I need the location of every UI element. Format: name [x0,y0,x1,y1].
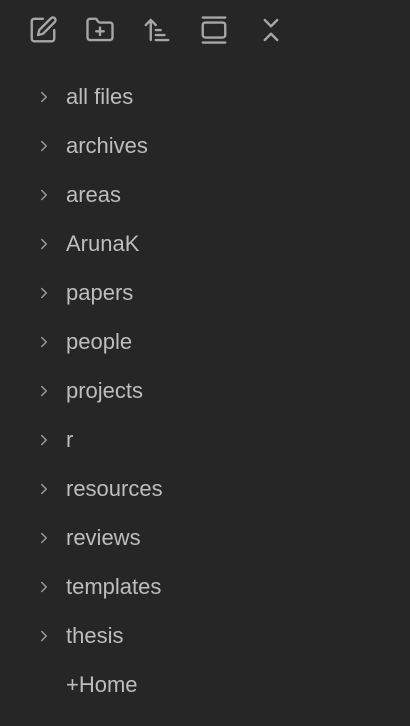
folder-label: ArunaK [66,230,140,256]
folder-item-papers[interactable]: papers [0,268,410,317]
file-explorer-toolbar [26,10,311,50]
auto-reveal-button[interactable] [197,13,231,47]
chevron-right-icon[interactable] [35,235,53,253]
folder-label: areas [66,181,122,207]
folder-item-projects[interactable]: projects [0,366,410,415]
folder-item-areas[interactable]: areas [0,170,410,219]
file-item-home[interactable]: +Home [0,660,410,709]
auto-reveal-icon [201,16,227,44]
chevron-right-icon[interactable] [35,88,53,106]
folder-item-arunak[interactable]: ArunaK [0,219,410,268]
chevron-right-icon[interactable] [35,382,53,400]
folder-item-templates[interactable]: templates [0,562,410,611]
chevron-right-icon[interactable] [35,137,53,155]
folder-label: people [66,328,133,354]
new-folder-icon [86,17,114,42]
folder-label: papers [66,279,134,305]
folder-item-thesis[interactable]: thesis [0,611,410,660]
folder-label: reviews [66,524,141,550]
folder-item-archives[interactable]: archives [0,121,410,170]
new-note-icon [30,16,57,43]
folder-item-reviews[interactable]: reviews [0,513,410,562]
file-tree: all files archives areas ArunaK papers p… [0,72,410,709]
sort-icon [144,18,170,42]
chevron-right-icon[interactable] [35,578,53,596]
chevron-right-icon[interactable] [35,284,53,302]
chevron-right-icon[interactable] [35,529,53,547]
sort-button[interactable] [140,13,174,47]
folder-item-all-files[interactable]: all files [0,72,410,121]
folder-label: r [66,426,74,452]
folder-item-resources[interactable]: resources [0,464,410,513]
folder-label: archives [66,132,148,158]
chevron-right-icon[interactable] [35,627,53,645]
folder-label: templates [66,573,162,599]
chevron-right-icon[interactable] [35,186,53,204]
new-note-button[interactable] [26,13,60,47]
folder-item-people[interactable]: people [0,317,410,366]
folder-label: thesis [66,622,124,648]
chevron-right-icon[interactable] [35,480,53,498]
file-label: +Home [66,671,138,697]
folder-item-r[interactable]: r [0,415,410,464]
collapse-all-button[interactable] [254,13,288,47]
chevron-right-icon[interactable] [35,431,53,449]
folder-label: resources [66,475,163,501]
new-folder-button[interactable] [83,13,117,47]
folder-label: all files [66,83,134,109]
collapse-all-icon [263,18,279,42]
chevron-right-icon[interactable] [35,333,53,351]
folder-label: projects [66,377,144,403]
